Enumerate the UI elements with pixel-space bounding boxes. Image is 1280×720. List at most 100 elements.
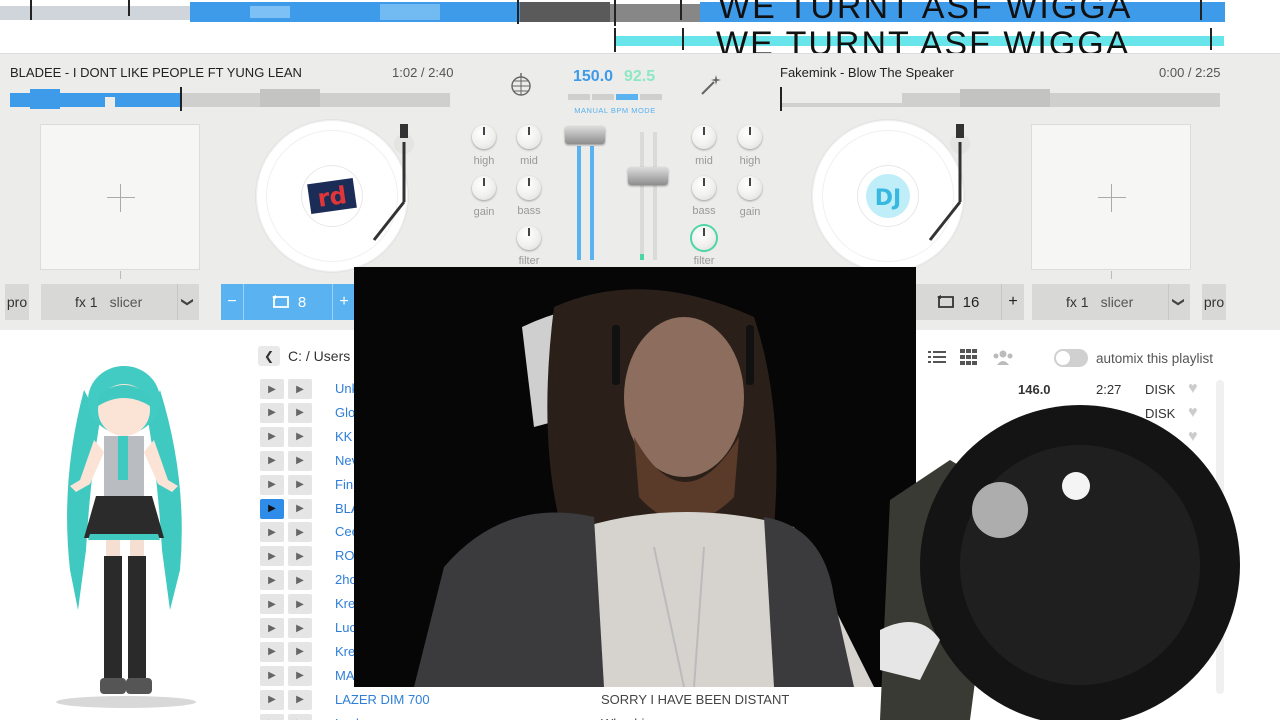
breadcrumb-path[interactable]: C: / Users [288,348,350,364]
bpm-right[interactable]: 92.5 [624,68,655,86]
load-to-deck-icon[interactable]: ▶ [288,474,312,495]
chevron-down-icon[interactable]: ❯ [177,284,199,320]
play-icon[interactable]: ▶ [260,713,284,720]
track-title[interactable]: Fin [335,477,353,492]
deck-left-xy-pad[interactable] [40,124,200,279]
play-icon[interactable]: ▶ [260,379,284,399]
deck-right-waveform[interactable] [780,87,1220,111]
deck-left-pro-button[interactable]: pro [5,284,29,320]
load-to-deck-icon[interactable]: ▶ [288,546,312,567]
grid-view-icon[interactable] [960,349,978,365]
loop-icon [936,295,954,308]
load-to-deck-icon[interactable]: ▶ [288,522,312,543]
load-to-deck-icon[interactable]: ▶ [288,594,312,615]
loop-toggle-button[interactable]: 16 [912,284,1002,320]
right-filter-label: filter [693,255,715,267]
loop-length: 16 [962,293,980,311]
back-button[interactable]: ❮ [258,346,280,366]
load-to-deck-icon[interactable]: ▶ [288,498,312,519]
left-filter-knob[interactable] [517,226,541,250]
camera-lens-overlay [880,405,1240,720]
right-filter-knob[interactable] [692,226,716,250]
loop-decrease-button[interactable]: − [221,293,243,311]
right-bass-label: bass [692,205,716,217]
automix-toggle[interactable] [1054,349,1088,367]
disco-ball-icon[interactable] [508,72,534,98]
track-title[interactable]: Kre [335,596,355,611]
webcam-overlay [354,267,916,687]
right-high-knob[interactable] [738,125,762,149]
track-title[interactable]: Luc [335,620,356,635]
right-bass-knob[interactable] [692,176,716,200]
play-icon[interactable]: ▶ [260,402,284,423]
load-to-deck-icon[interactable]: ▶ [288,618,312,638]
dj-logo-icon: DJ [858,166,918,226]
fx-name: fx 1 [1066,294,1089,310]
rd-logo-icon: rd [302,166,362,226]
track-artist: SORRY I HAVE BEEN DISTANT [601,691,790,707]
users-icon[interactable] [992,349,1014,365]
track-artist: Whoshi... [601,716,655,720]
load-to-deck-icon[interactable]: ▶ [288,402,312,423]
deck-right-xy-pad[interactable] [1031,124,1191,279]
list-view-icon[interactable] [928,350,946,364]
play-icon[interactable]: ▶ [260,498,284,519]
overlay-caption-top: WE TURNT ASF WIGGA [718,0,1133,26]
track-title[interactable]: Kre [335,644,355,659]
right-mid-knob[interactable] [692,125,716,149]
deck-left-title: BLADEE - I DONT LIKE PEOPLE FT YUNG LEAN [10,65,302,80]
deck-left-fx-select[interactable]: fx 1 slicer ❯ [41,284,199,320]
bpm-left[interactable]: 150.0 [573,68,613,86]
play-icon[interactable]: ▶ [260,689,284,710]
bpm-mode-bar[interactable] [568,94,662,100]
loop-toggle-button[interactable]: 8 [243,284,333,320]
track-title[interactable]: LAZER DIM 700 [335,692,430,707]
load-to-deck-icon[interactable]: ▶ [288,713,312,720]
track-title[interactable]: MA [335,668,355,683]
load-to-deck-icon[interactable]: ▶ [288,570,312,591]
fx-name: fx 1 [75,294,98,310]
load-to-deck-icon[interactable]: ▶ [288,426,312,447]
play-icon[interactable]: ▶ [260,570,284,591]
right-channel-fader[interactable] [628,167,668,185]
waveform-overview[interactable]: WE TURNT ASF WIGGA WE TURNT ASF WIGGA [0,0,1280,54]
load-to-deck-icon[interactable]: ▶ [288,641,312,662]
load-to-deck-icon[interactable]: ▶ [288,379,312,399]
play-icon[interactable]: ▶ [260,665,284,686]
deck-left-tonearm [372,124,414,241]
left-bass-knob[interactable] [517,176,541,200]
view-switcher [928,349,1014,365]
play-icon[interactable]: ▶ [260,546,284,567]
play-icon[interactable]: ▶ [260,594,284,615]
deck-left-loop-control: − 8 + [221,284,355,320]
load-to-deck-icon[interactable]: ▶ [288,665,312,686]
track-title[interactable]: RO [335,548,355,563]
play-icon[interactable]: ▶ [260,474,284,495]
track-title[interactable]: Glo [335,405,355,420]
track-title[interactable]: KK [335,429,352,444]
deck-right-pro-button[interactable]: pro [1202,284,1226,320]
play-icon[interactable]: ▶ [260,426,284,447]
play-icon[interactable]: ▶ [260,450,284,471]
right-high-label: high [739,155,761,167]
left-mid-knob[interactable] [517,125,541,149]
left-vu-meter [577,146,581,260]
load-to-deck-icon[interactable]: ▶ [288,689,312,710]
loop-increase-button[interactable]: + [1002,293,1024,311]
right-channel-track-2 [653,132,657,260]
fx-type: slicer [1100,294,1134,310]
track-title[interactable]: Luck [335,716,362,720]
deck-left-waveform[interactable] [10,87,450,111]
chevron-down-icon[interactable]: ❯ [1168,284,1190,320]
magic-wand-icon[interactable] [698,72,724,98]
left-high-knob[interactable] [472,125,496,149]
loop-increase-button[interactable]: + [333,293,355,311]
play-icon[interactable]: ▶ [260,522,284,543]
play-icon[interactable]: ▶ [260,641,284,662]
deck-right-fx-select[interactable]: fx 1 slicer ❯ [1032,284,1190,320]
play-icon[interactable]: ▶ [260,618,284,638]
load-to-deck-icon[interactable]: ▶ [288,450,312,471]
left-channel-fader[interactable] [565,126,605,144]
right-gain-knob[interactable] [738,176,762,200]
left-gain-knob[interactable] [472,176,496,200]
